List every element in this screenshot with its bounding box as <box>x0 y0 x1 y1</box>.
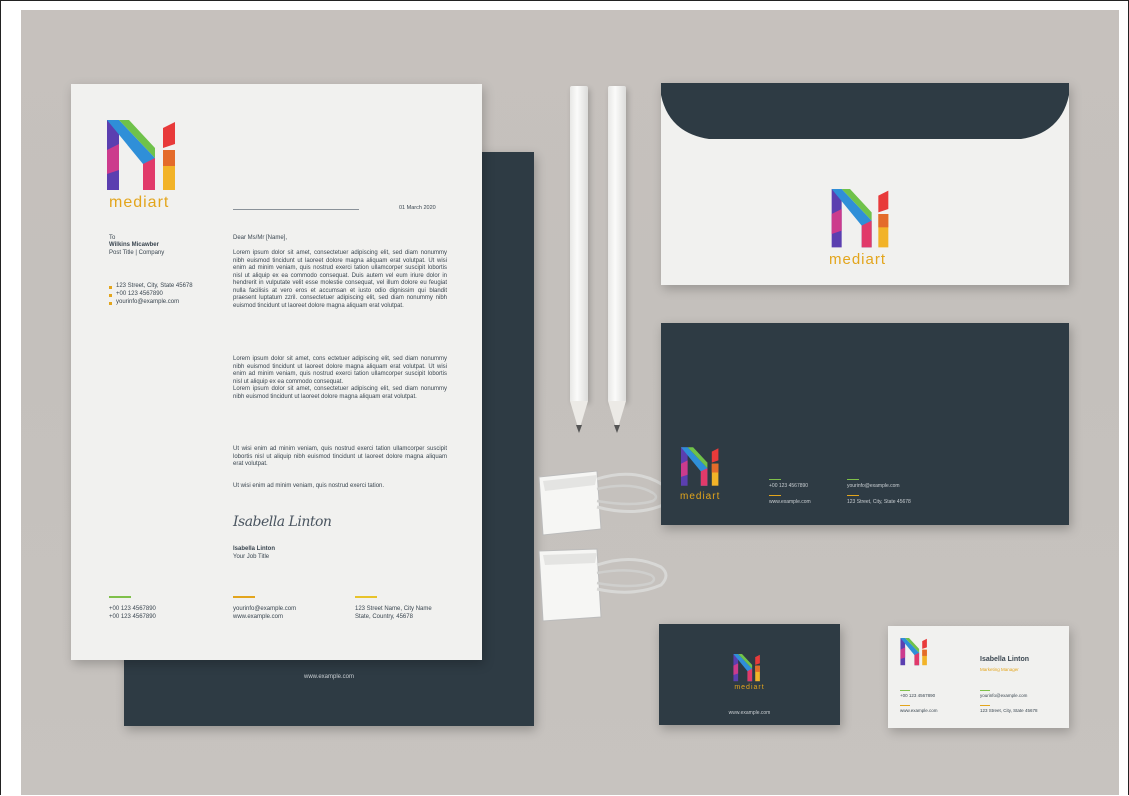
envelope-flap <box>661 83 1069 139</box>
footer-web: www.example.com <box>233 614 284 620</box>
signature: Isabella Linton <box>233 514 332 530</box>
image-frame: www.example.com mediart 01 March 2020 To… <box>0 0 1129 795</box>
card-web: www.example.com <box>900 708 938 713</box>
letter-date: 01 March 2020 <box>399 205 436 211</box>
folder-website: www.example.com <box>303 674 354 680</box>
letter-paragraph-3: Ut wisi enim ad minim veniam, quis nostr… <box>233 446 447 467</box>
accent-line <box>900 690 910 691</box>
footer-accent-green <box>109 596 131 598</box>
accent-line <box>769 479 781 480</box>
envelope-back-email: yourinfo@example.com <box>847 483 900 489</box>
mediart-logo-icon <box>107 120 175 190</box>
footer-phone-1: +00 123 4567890 <box>109 606 156 612</box>
sender-address: 123 Street, City, State 45678 <box>116 283 193 289</box>
envelope-front: mediart <box>661 83 1069 285</box>
pencil-right <box>608 86 626 433</box>
card-front-website: www.example.com <box>728 710 771 716</box>
envelope-back-web: www.example.com <box>769 499 811 505</box>
card-front-brand-name: mediart <box>734 684 765 691</box>
recipient-name: Wilkins Micawber <box>109 242 159 248</box>
mediart-logo-icon <box>831 189 889 248</box>
date-rule <box>233 209 359 210</box>
accent-line <box>847 479 859 480</box>
letter-paragraph-4: Ut wisi enim ad minim veniam, quis nostr… <box>233 483 385 489</box>
footer-address-1: 123 Street Name, City Name <box>355 606 432 612</box>
letterhead: mediart 01 March 2020 To Wilkins Micawbe… <box>71 84 482 660</box>
binder-clip-bottom <box>538 548 668 622</box>
envelope-back-phone: +00 123 4567890 <box>769 483 809 489</box>
mediart-logo-icon <box>900 638 927 666</box>
footer-phone-2: +00 123 4567890 <box>109 614 156 620</box>
letterhead-brand-name: mediart <box>109 194 170 211</box>
accent-line <box>980 690 990 691</box>
card-email: yourinfo@example.com <box>980 693 1028 698</box>
recipient-title: Post Title | Company <box>109 250 165 256</box>
address-marker <box>109 286 112 289</box>
envelope-back-brand-name: mediart <box>680 491 721 502</box>
business-card-back: Isabella Linton Marketing Manager +00 12… <box>888 626 1069 728</box>
footer-email: yourinfo@example.com <box>233 606 297 612</box>
business-card-front: mediart www.example.com <box>659 624 840 725</box>
accent-line <box>980 705 990 706</box>
sender-email: yourinfo@example.com <box>116 299 180 305</box>
signer-name: Isabella Linton <box>233 546 276 552</box>
card-title: Marketing Manager <box>980 667 1019 672</box>
accent-line <box>847 495 859 496</box>
email-marker <box>109 302 112 305</box>
envelope-back-address: 123 Street, City, State 45678 <box>847 499 911 505</box>
footer-accent-yellow <box>355 596 377 598</box>
binder-clip-top <box>538 470 670 536</box>
mediart-logo-icon <box>733 654 760 682</box>
card-address: 123 Street, City, State 45678 <box>980 708 1038 713</box>
stationery-mockup-scene: www.example.com mediart 01 March 2020 To… <box>21 10 1119 795</box>
accent-line <box>769 495 781 496</box>
sender-phone: +00 123 4567890 <box>116 291 163 297</box>
phone-marker <box>109 294 112 297</box>
card-name: Isabella Linton <box>980 656 1030 663</box>
accent-line <box>900 705 910 706</box>
signer-title: Your Job Title <box>233 554 270 560</box>
letter-greeting: Dear Ms/Mr [Name], <box>233 235 288 241</box>
footer-address-2: State, Country, 45678 <box>355 614 413 620</box>
card-phone: +00 123 4567890 <box>900 693 936 698</box>
letter-paragraph-1: Lorem ipsum dolor sit amet, consectetuer… <box>233 250 447 309</box>
footer-accent-orange <box>233 596 255 598</box>
envelope-back: mediart +00 123 4567890 www.example.com … <box>661 323 1069 525</box>
letter-paragraph-2: Lorem ipsum dolor sit amet, cons ectetue… <box>233 356 447 400</box>
pencil-left <box>570 86 588 433</box>
envelope-brand-name: mediart <box>829 251 887 268</box>
mediart-logo-icon <box>681 447 719 486</box>
